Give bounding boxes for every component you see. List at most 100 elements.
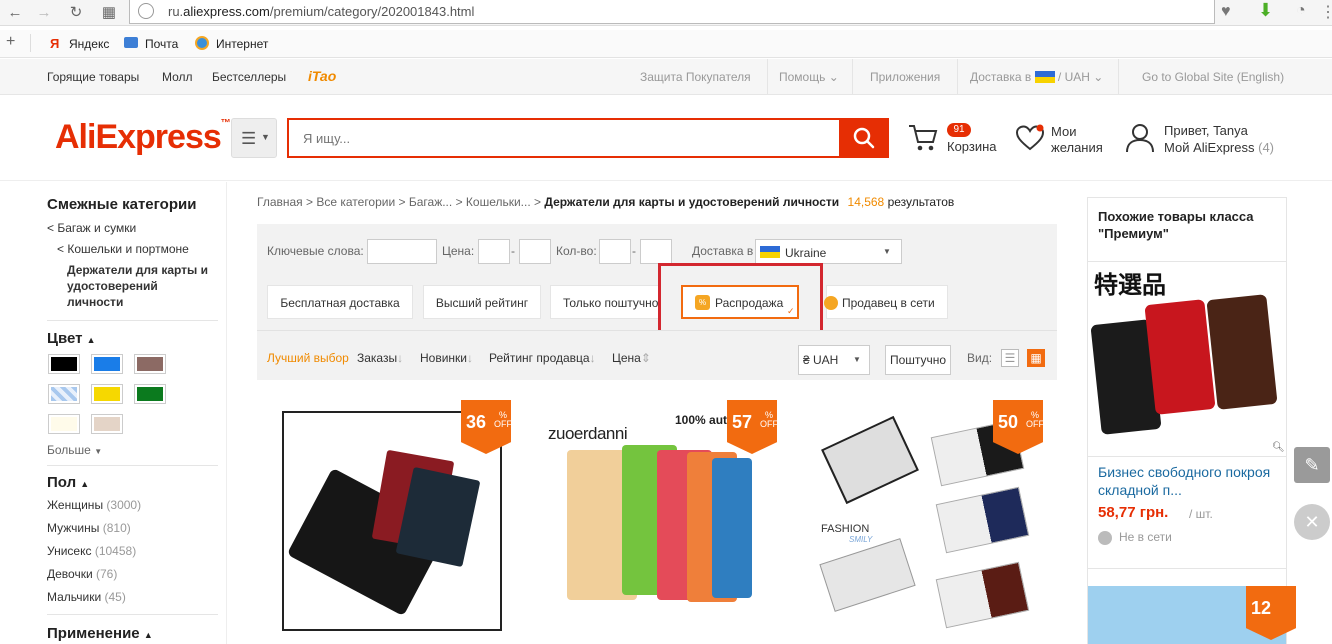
color-swatch-black[interactable] [48, 354, 80, 374]
forward-icon[interactable]: → [34, 3, 54, 23]
color-swatch-blue[interactable] [91, 354, 123, 374]
price-max-input[interactable] [519, 239, 551, 264]
gender-girls[interactable]: Девочки (76) [47, 567, 117, 581]
add-bookmark-icon[interactable]: + [6, 33, 15, 51]
menu-icon[interactable]: ⋮ [1320, 2, 1332, 22]
next-premium-image[interactable]: 12 [1088, 586, 1296, 644]
color-swatch-beige[interactable] [91, 414, 123, 434]
breadcrumb-path[interactable]: Главная > Все категории > Багаж... > Кош… [257, 195, 541, 209]
product-card[interactable]: zuoerdanni 100% aut 57 % OFF [537, 400, 782, 644]
color-swatch-light-blue[interactable] [48, 384, 80, 404]
bookmark-mail[interactable]: Почта [145, 37, 178, 51]
chip-single-item[interactable]: Только поштучно [550, 285, 660, 319]
price-min-input[interactable] [478, 239, 510, 264]
caret-down-icon: ▼ [261, 132, 270, 142]
bookmark-yandex[interactable]: Яндекс [69, 37, 109, 51]
premium-product-image[interactable]: 特選品 🔍︎ [1088, 261, 1286, 457]
divider [0, 180, 1332, 181]
greeting-text[interactable]: Привет, Tanya [1164, 123, 1248, 138]
zoom-icon[interactable]: 🔍︎ [1272, 442, 1285, 453]
nav-bestsellers[interactable]: Бестселлеры [212, 70, 286, 84]
product-brand: zuoerdanni [548, 424, 628, 443]
aliexpress-logo[interactable]: AliExpress™ [55, 118, 231, 157]
color-swatch-yellow[interactable] [91, 384, 123, 404]
wishlist-heart-icon[interactable] [1015, 124, 1045, 152]
divider [767, 59, 768, 94]
category-current-line2: удостоверений [67, 279, 158, 293]
user-icon[interactable] [1125, 123, 1155, 153]
chip-sale[interactable]: % Распродажа ✓ [681, 285, 799, 319]
premium-item-title-1[interactable]: Бизнес свободного покроя [1098, 464, 1270, 480]
gender-women[interactable]: Женщины (3000) [47, 498, 141, 512]
cart-icon[interactable] [907, 123, 939, 153]
sort-new[interactable]: Новинки↓ [420, 351, 473, 365]
per-piece-toggle[interactable]: Поштучно [885, 345, 951, 375]
sort-best-match[interactable]: Лучший выбор [267, 351, 349, 365]
site-info-icon[interactable] [138, 3, 154, 19]
breadcrumb: Главная > Все категории > Багаж... > Кош… [257, 195, 954, 209]
ship-to-menu[interactable]: Доставка в / UAH ⌄ [970, 70, 1103, 84]
back-icon[interactable]: ← [5, 3, 25, 23]
global-site-link[interactable]: Go to Global Site (English) [1142, 70, 1284, 84]
gender-title-label: Пол [47, 474, 77, 491]
download-icon[interactable]: ⬇ [1258, 0, 1273, 21]
wishlist-label-1[interactable]: Мои [1051, 124, 1076, 139]
sort-seller-rating[interactable]: Рейтинг продавца↓ [489, 351, 596, 365]
grid-view-icon[interactable]: ▦ [1027, 349, 1045, 367]
nav-mall[interactable]: Молл [162, 70, 193, 84]
premium-title: Похожие товары класса "Премиум" [1098, 209, 1254, 241]
heart-bookmark-icon[interactable]: ♥ [1221, 3, 1231, 21]
close-icon[interactable]: ✕ [1294, 504, 1330, 540]
search-button[interactable] [839, 118, 889, 158]
category-link-wallets[interactable]: < Кошельки и портмоне [57, 242, 189, 256]
address-bar[interactable]: ru.aliexpress.com/premium/category/20200… [129, 0, 1215, 24]
apps-link[interactable]: Приложения [870, 70, 940, 84]
cart-count-badge: 91 [947, 123, 971, 137]
wishlist-label-2[interactable]: желания [1051, 140, 1103, 155]
usage-filter-title: Применение ▲ [47, 625, 153, 642]
product-card[interactable]: 36 % OFF [257, 400, 511, 644]
chip-seller-online[interactable]: Продавец в сети [824, 285, 948, 319]
sort-orders[interactable]: Заказы↓ [357, 351, 403, 365]
product-card[interactable]: FASHION SMILY 50 % OFF [805, 400, 1050, 644]
currency-label: UAH [1064, 70, 1090, 84]
reload-icon[interactable]: ↻ [66, 3, 86, 23]
gender-men[interactable]: Мужчины (810) [47, 521, 131, 535]
currency-value: ₴ UAH [803, 353, 839, 367]
keywords-input[interactable] [367, 239, 437, 264]
category-link-luggage[interactable]: < Багаж и сумки [47, 221, 136, 235]
edit-pencil-icon[interactable]: ✎ [1294, 447, 1330, 483]
gender-count: (76) [96, 567, 118, 581]
card-holder-black [821, 415, 919, 505]
bookmark-internet[interactable]: Интернет [216, 37, 268, 51]
itao-logo[interactable]: iTao [308, 68, 336, 84]
sort-price[interactable]: Цена⇕ [612, 351, 651, 365]
gender-unisex[interactable]: Унисекс (10458) [47, 544, 136, 558]
country-select[interactable]: Ukraine ▼ [755, 239, 902, 264]
apps-grid-icon[interactable]: ▦ [99, 3, 119, 23]
divider [852, 59, 853, 94]
more-colors-link[interactable]: Больше ▼ [47, 443, 102, 457]
premium-panel: Похожие товары класса "Премиум" 特選品 🔍︎ Б… [1087, 197, 1296, 644]
categories-menu-button[interactable]: ☰ ▼ [231, 118, 277, 158]
qty-min-input[interactable] [599, 239, 631, 264]
list-view-icon[interactable]: ☰ [1001, 349, 1019, 367]
my-aliexpress-link[interactable]: Мой AliExpress (4) [1164, 140, 1274, 155]
caret-down-icon: ▼ [853, 355, 861, 364]
nav-hot-deals[interactable]: Горящие товары [47, 70, 139, 84]
currency-select[interactable]: ₴ UAH ▼ [798, 345, 870, 375]
color-swatch-green[interactable] [134, 384, 166, 404]
qty-max-input[interactable] [640, 239, 672, 264]
help-menu[interactable]: Помощь ⌄ [779, 70, 839, 84]
chip-top-rated[interactable]: Высший рейтинг [423, 285, 541, 319]
chip-free-shipping[interactable]: Бесплатная доставка [267, 285, 413, 319]
history-icon[interactable]: ◔ [1296, 2, 1306, 20]
color-swatch-cream[interactable] [48, 414, 80, 434]
gender-boys[interactable]: Мальчики (45) [47, 590, 126, 604]
cart-label[interactable]: Корзина [947, 139, 997, 154]
premium-item-title-2[interactable]: складной п... [1098, 482, 1182, 498]
chevron-down-icon: ⌄ [828, 70, 839, 84]
buyer-protection-link[interactable]: Защита Покупателя [640, 70, 751, 84]
search-input[interactable] [289, 120, 839, 156]
color-swatch-brown[interactable] [134, 354, 166, 374]
